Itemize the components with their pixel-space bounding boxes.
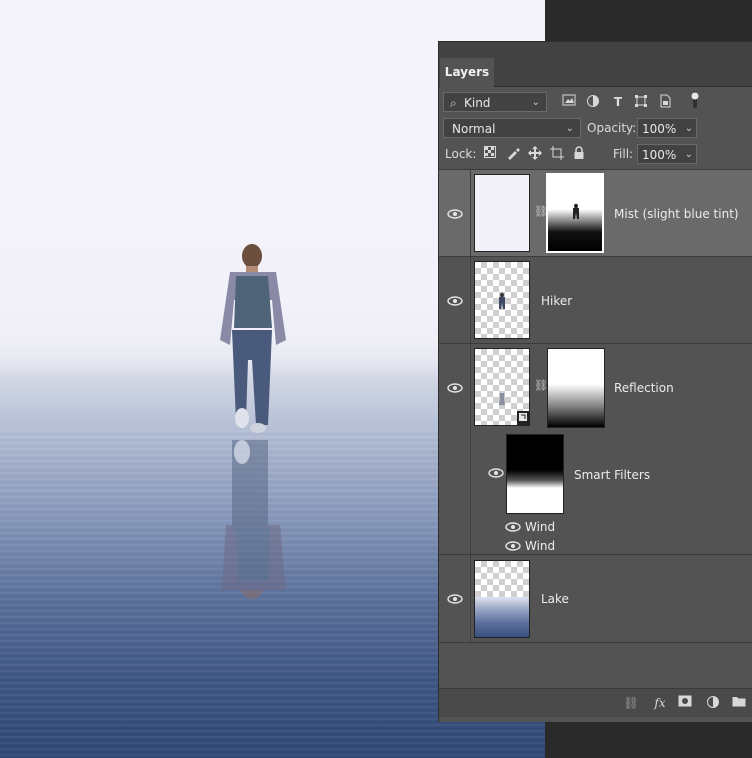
lock-all-icon[interactable] [571, 146, 587, 162]
eye-icon[interactable] [505, 541, 521, 551]
panel-tab-bar: Layers [439, 58, 752, 87]
layers-panel-footer: ⛓ fx [439, 688, 752, 717]
smart-filter-item[interactable]: Wind [525, 520, 555, 534]
smart-filter-item[interactable]: Wind [525, 539, 555, 553]
eye-icon[interactable] [447, 209, 463, 219]
chevron-down-icon[interactable]: ⌄ [685, 145, 693, 165]
eye-icon[interactable] [505, 522, 521, 532]
shape-layer-filter-icon[interactable] [633, 94, 649, 110]
layer-thumbnail[interactable] [474, 261, 530, 339]
chevron-down-icon: ⌄ [531, 97, 540, 108]
lock-image-pixels-icon[interactable] [505, 146, 521, 162]
eye-column-divider [470, 170, 471, 256]
eye-icon[interactable] [447, 383, 463, 393]
new-group-folder-icon[interactable] [731, 695, 747, 711]
lake-thumbnail-image [475, 597, 529, 637]
search-icon: ⌕ [450, 96, 457, 110]
layer-row-lake[interactable]: Lake [439, 555, 752, 643]
lock-transparent-pixels-icon[interactable] [482, 146, 498, 162]
blend-mode-select[interactable]: Normal ⌄ [443, 118, 581, 138]
layer-mask-thumbnail[interactable] [546, 173, 604, 253]
opacity-input[interactable]: 100% ⌄ [637, 118, 697, 138]
smart-filter-mask-thumbnail[interactable] [506, 434, 564, 514]
filter-kind-value: Kind [464, 96, 491, 110]
lock-label: Lock: [445, 147, 477, 161]
new-adjustment-layer-icon[interactable] [705, 695, 721, 711]
link-icon[interactable]: ⛓ [534, 379, 548, 392]
layer-thumbnail[interactable] [474, 348, 530, 426]
filter-kind-select[interactable]: ⌕ Kind ⌄ [443, 92, 547, 112]
smart-filters-label[interactable]: Smart Filters [574, 468, 650, 482]
layer-name[interactable]: Lake [541, 592, 569, 606]
adjustment-layer-filter-icon[interactable] [585, 94, 601, 110]
fill-value: 100% [642, 148, 677, 162]
fill-label: Fill: [613, 147, 634, 161]
tab-layers[interactable]: Layers [440, 58, 494, 87]
opacity-label: Opacity: [587, 121, 637, 135]
type-layer-filter-icon[interactable]: T [610, 94, 626, 110]
fill-input[interactable]: 100% ⌄ [637, 144, 697, 164]
eye-column-divider [470, 344, 471, 554]
eye-column-divider [470, 555, 471, 642]
layer-row-reflection[interactable]: ⛓ Reflection Smart Filters Wind Wind [439, 344, 752, 555]
layer-row-hiker[interactable]: Hiker [439, 257, 752, 344]
layer-name[interactable]: Reflection [614, 381, 674, 395]
layer-thumbnail[interactable] [474, 560, 530, 638]
layer-thumbnail[interactable] [474, 174, 530, 252]
add-mask-icon[interactable] [677, 695, 693, 711]
filter-toggle-icon[interactable] [687, 90, 703, 108]
chevron-down-icon: ⌄ [565, 123, 574, 134]
chevron-down-icon[interactable]: ⌄ [685, 119, 693, 139]
opacity-value: 100% [642, 122, 677, 136]
layer-mask-thumbnail[interactable] [547, 348, 605, 428]
pixel-layer-filter-icon[interactable] [561, 94, 577, 110]
layer-style-fx-icon[interactable]: fx [651, 695, 669, 711]
eye-column-divider [470, 257, 471, 343]
eye-icon[interactable] [447, 594, 463, 604]
link-layers-icon[interactable]: ⛓ [623, 695, 639, 711]
blend-mode-value: Normal [452, 122, 496, 136]
lock-position-icon[interactable] [527, 146, 543, 162]
layer-name[interactable]: Hiker [541, 294, 572, 308]
panel-title-bar[interactable] [439, 42, 752, 58]
layer-row-mist[interactable]: ⛓ Mist (slight blue tint) [439, 170, 752, 257]
layers-panel: Layers ⌕ Kind ⌄ T Normal ⌄ Opacity: 100%… [438, 41, 752, 722]
eye-icon[interactable] [447, 296, 463, 306]
layer-name[interactable]: Mist (slight blue tint) [614, 207, 739, 221]
lock-artboard-icon[interactable] [549, 146, 565, 162]
eye-icon[interactable] [488, 468, 504, 478]
smart-object-filter-icon[interactable] [657, 94, 673, 110]
